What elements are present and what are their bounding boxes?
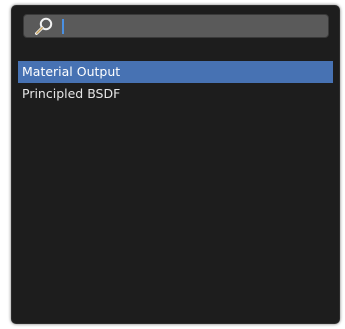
node-search-menu: Material Output Principled BSDF [11,5,340,324]
result-item-principled-bsdf[interactable]: Principled BSDF [18,83,333,105]
search-field[interactable] [23,14,329,38]
text-cursor [62,19,64,34]
search-input[interactable] [66,17,326,35]
search-icon [33,16,55,38]
result-item-material-output[interactable]: Material Output [18,61,333,83]
search-results-list: Material Output Principled BSDF [18,61,333,105]
result-item-label: Material Output [22,64,121,79]
result-item-label: Principled BSDF [22,86,121,101]
